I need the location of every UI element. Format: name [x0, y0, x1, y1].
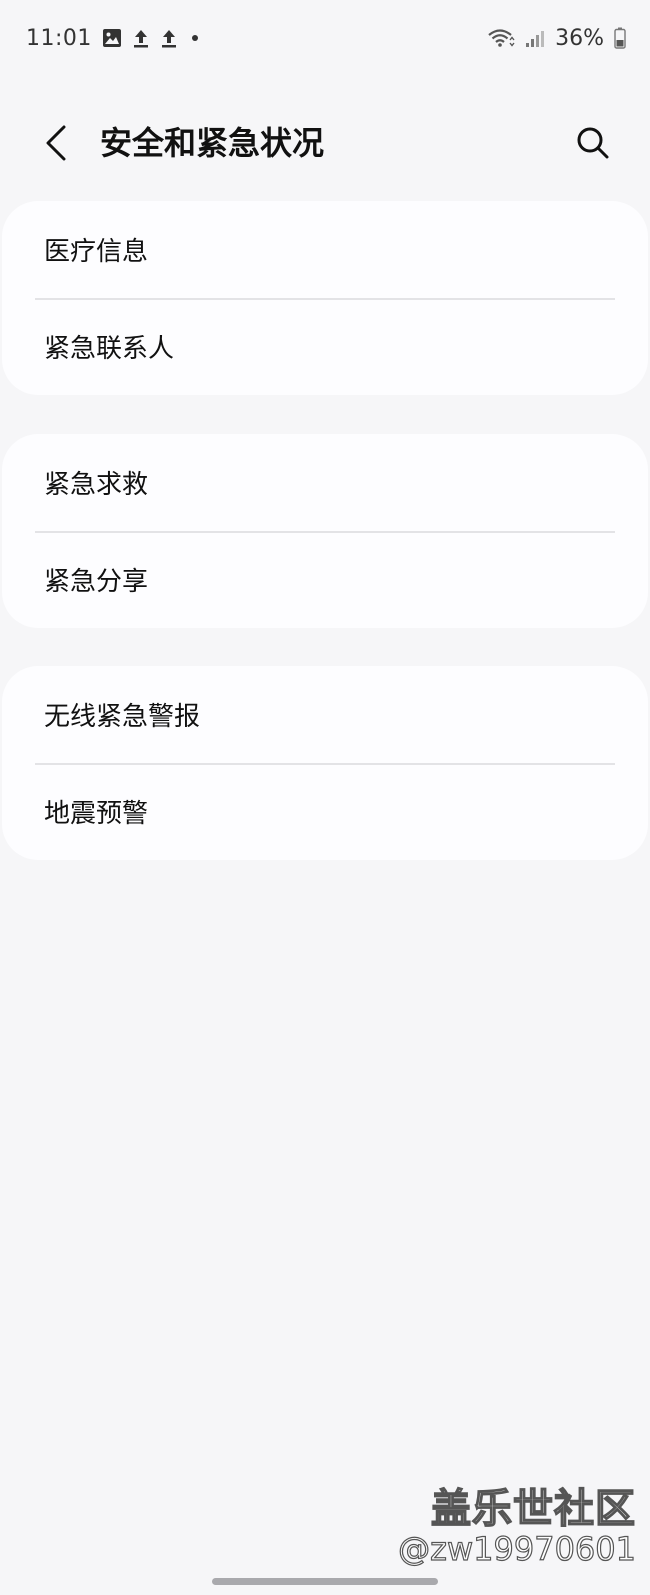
- divider: [35, 531, 615, 533]
- menu-item-label: 无线紧急警报: [44, 702, 201, 732]
- menu-item-earthquake-alerts[interactable]: 地震预警: [2, 763, 648, 860]
- menu-item-label: 紧急求救: [44, 470, 149, 500]
- battery-icon: [614, 27, 626, 49]
- app-bar: 安全和紧急状况: [0, 96, 650, 196]
- menu-item-wireless-emergency-alerts[interactable]: 无线紧急警报: [2, 666, 648, 763]
- status-bar: 11:01 36%: [0, 0, 650, 76]
- menu-item-emergency-sos[interactable]: 紧急求救: [2, 434, 648, 531]
- search-icon: [576, 126, 610, 164]
- notification-dot: [191, 35, 198, 41]
- menu-item-emergency-contacts[interactable]: 紧急联系人: [2, 298, 648, 395]
- menu-item-medical-info[interactable]: 医疗信息: [2, 201, 648, 298]
- image-icon: [102, 28, 122, 48]
- settings-group-1: 医疗信息 紧急联系人: [2, 201, 648, 395]
- menu-item-label: 医疗信息: [44, 237, 149, 267]
- watermark-community: 盖乐世社区: [430, 1485, 636, 1533]
- menu-item-label: 地震预警: [44, 799, 149, 829]
- menu-item-emergency-sharing[interactable]: 紧急分享: [2, 531, 648, 628]
- upload-icon: [160, 28, 178, 48]
- settings-group-2: 紧急求救 紧急分享: [2, 434, 648, 628]
- page-title: 安全和紧急状况: [100, 124, 325, 162]
- divider: [35, 763, 615, 765]
- settings-group-3: 无线紧急警报 地震预警: [2, 666, 648, 860]
- status-bar-left: 11:01: [26, 26, 198, 51]
- wifi-icon: [487, 28, 515, 48]
- battery-percent: 36%: [555, 25, 604, 51]
- status-time: 11:01: [26, 25, 92, 51]
- menu-item-label: 紧急分享: [44, 567, 149, 597]
- signal-icon: [525, 28, 545, 48]
- watermark-username: @zw19970601: [398, 1529, 637, 1568]
- home-indicator[interactable]: [212, 1578, 438, 1585]
- search-button[interactable]: [570, 122, 616, 168]
- status-bar-right: 36%: [487, 26, 626, 51]
- divider: [35, 298, 615, 300]
- menu-item-label: 紧急联系人: [44, 334, 175, 364]
- back-button[interactable]: [36, 122, 76, 168]
- chevron-left-icon: [44, 125, 68, 165]
- upload-icon: [132, 28, 150, 48]
